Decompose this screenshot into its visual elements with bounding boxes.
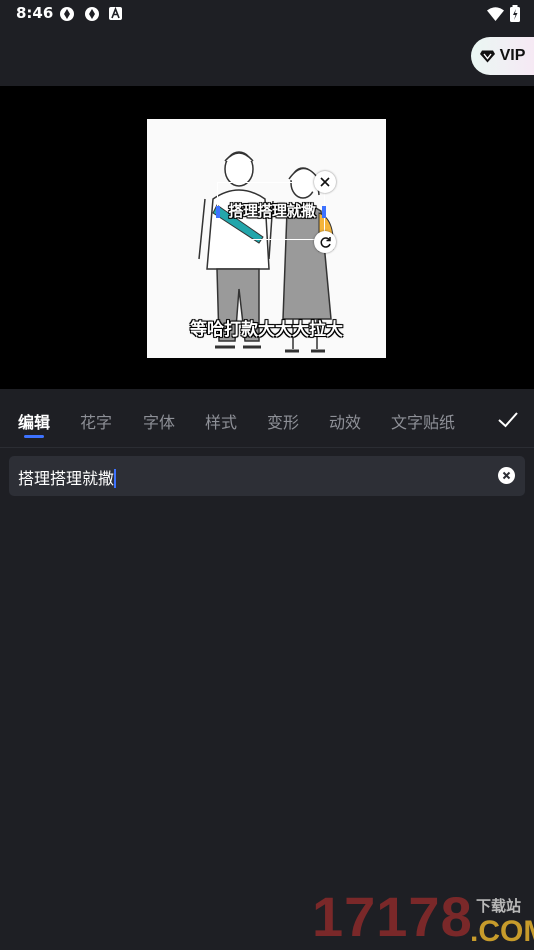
wifi-icon (487, 6, 504, 21)
clear-input-icon[interactable] (498, 467, 515, 484)
top-bar: VIP (0, 28, 534, 86)
camera-shutter-icon (85, 7, 99, 21)
video-preview: 等哈打款大大大拉大 搭理搭理就撒 (0, 86, 534, 389)
left-resize-handle[interactable] (216, 206, 220, 218)
text-caret (114, 469, 117, 488)
active-tab-indicator (24, 435, 44, 438)
preview-canvas: 等哈打款大大大拉大 搭理搭理就撒 (147, 119, 386, 358)
delete-text-button[interactable] (314, 171, 336, 193)
close-icon (320, 177, 330, 187)
tab-animation[interactable]: 动效 (329, 409, 361, 433)
status-right-icons (487, 5, 520, 22)
tab-text-sticker[interactable]: 文字贴纸 (391, 409, 455, 433)
camera-shutter-icon (60, 7, 74, 21)
status-bar: 8:46 (0, 0, 534, 28)
app-screen: 8:46 VIP 等哈打款大大大拉大 搭理搭理就撒 编辑 花字 字体 样式 变形… (0, 0, 534, 950)
bottom-caption-text[interactable]: 等哈打款大大大拉大 (147, 315, 386, 340)
rotate-text-button[interactable] (314, 231, 336, 253)
rotate-icon (320, 236, 331, 248)
tab-font[interactable]: 字体 (143, 409, 175, 433)
editor-tab-bar: 编辑 花字 字体 样式 变形 动效 文字贴纸 (0, 389, 534, 448)
text-input-field[interactable]: 搭理搭理就撒 (9, 456, 525, 496)
diamond-icon (479, 50, 495, 62)
selected-text-label: 搭理搭理就撒 (228, 202, 316, 220)
watermark-site-label: 下载站 (476, 897, 522, 915)
tab-style[interactable]: 样式 (205, 409, 237, 433)
selected-text-box[interactable]: 搭理搭理就撒 (216, 182, 326, 240)
tab-transform[interactable]: 变形 (267, 409, 299, 433)
tab-fancy-text[interactable]: 花字 (80, 409, 112, 433)
status-time: 8:46 (16, 4, 54, 22)
text-input-value[interactable]: 搭理搭理就撒 (18, 465, 117, 489)
confirm-checkmark-icon[interactable] (496, 408, 520, 432)
site-watermark: 17178 下载站 .COM (310, 885, 534, 950)
watermark-domain: .COM (470, 915, 534, 948)
watermark-number: 17178 (312, 885, 473, 948)
vip-label: VIP (499, 47, 526, 64)
tab-edit[interactable]: 编辑 (18, 409, 50, 433)
battery-charging-icon (510, 5, 520, 22)
right-resize-handle[interactable] (322, 206, 326, 218)
font-app-icon (109, 7, 122, 20)
vip-button[interactable]: VIP (471, 37, 534, 75)
